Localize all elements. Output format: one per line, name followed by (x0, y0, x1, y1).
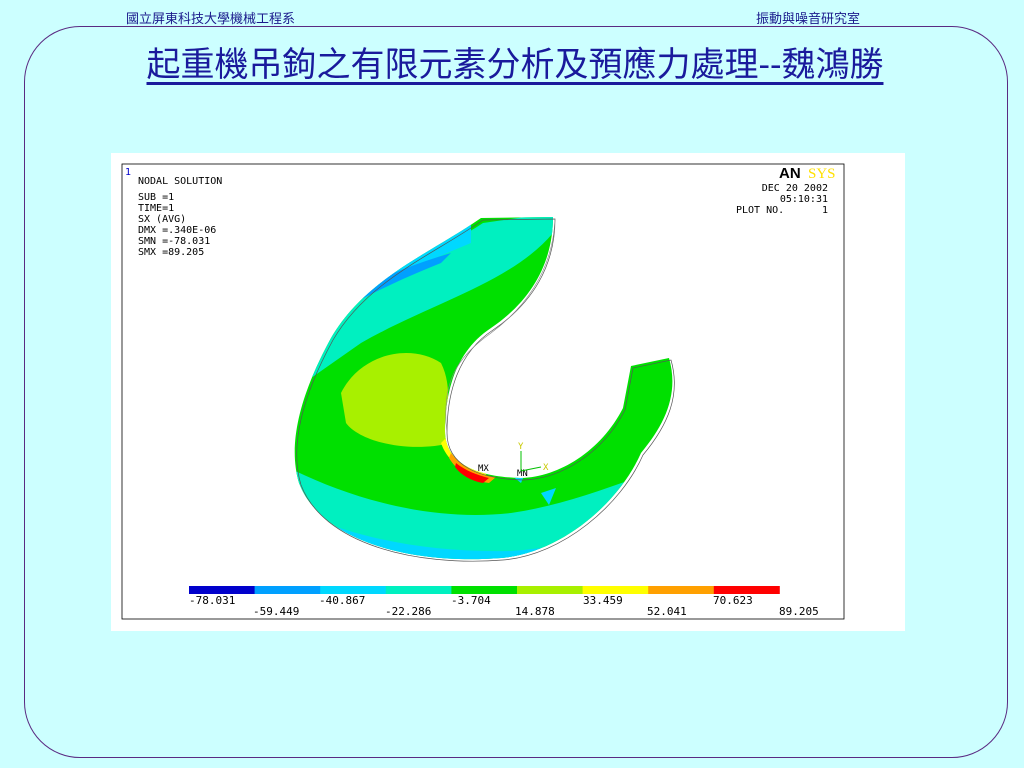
legend-swatch (320, 586, 387, 594)
legend-swatch (582, 586, 649, 594)
info-line: SX (AVG) (138, 214, 186, 225)
window-number: 1 (125, 167, 131, 178)
ansys-logo: AN SYS (779, 165, 836, 182)
legend-label: 33.459 (583, 594, 623, 607)
slide-title: 起重機吊鉤之有限元素分析及預應力處理--魏鴻勝 (146, 45, 884, 85)
legend-label: -78.031 (189, 594, 235, 607)
info-line: SMN =-78.031 (138, 236, 210, 247)
info-line: SMX =89.205 (138, 247, 204, 258)
plot-no-value: 1 (822, 205, 828, 216)
legend-label: -3.704 (451, 594, 491, 607)
legend-bar (189, 586, 780, 594)
legend-swatch (713, 586, 780, 594)
legend-swatch (648, 586, 715, 594)
info-line: TIME=1 (138, 203, 174, 214)
ansys-plot-canvas: 1 NODAL SOLUTION SUB =1 TIME=1 SX (AVG) … (121, 163, 845, 620)
legend-swatch (385, 586, 452, 594)
header-lab: 振動與噪音研究室 (756, 12, 861, 27)
legend-swatch (189, 586, 255, 594)
legend-swatch (517, 586, 583, 594)
plot-date: DEC 20 2002 (762, 183, 828, 194)
logo-an: AN (779, 165, 801, 182)
ansys-plot: 1 NODAL SOLUTION SUB =1 TIME=1 SX (AVG) … (111, 153, 905, 631)
legend-swatch (451, 586, 518, 594)
plot-no-label: PLOT NO. (736, 205, 784, 216)
axis-y-label: Y (518, 442, 524, 452)
legend-label: 70.623 (713, 594, 753, 607)
header-department: 國立屏東科技大學機械工程系 (126, 12, 296, 27)
mx-label: MX (478, 464, 489, 474)
legend-label: -40.867 (319, 594, 365, 607)
legend-label: 52.041 (647, 605, 687, 618)
plot-time: 05:10:31 (780, 194, 828, 205)
info-line: NODAL SOLUTION (138, 176, 222, 187)
logo-sys: SYS (808, 166, 836, 182)
legend-label: 14.878 (515, 605, 555, 618)
legend-label: -59.449 (253, 605, 299, 618)
legend-swatch (254, 586, 321, 594)
info-line: DMX =.340E-06 (138, 225, 216, 236)
legend-label: -22.286 (385, 605, 431, 618)
legend-label: 89.205 (779, 605, 819, 618)
info-line: SUB =1 (138, 192, 174, 203)
axis-x-label: X (543, 463, 549, 473)
